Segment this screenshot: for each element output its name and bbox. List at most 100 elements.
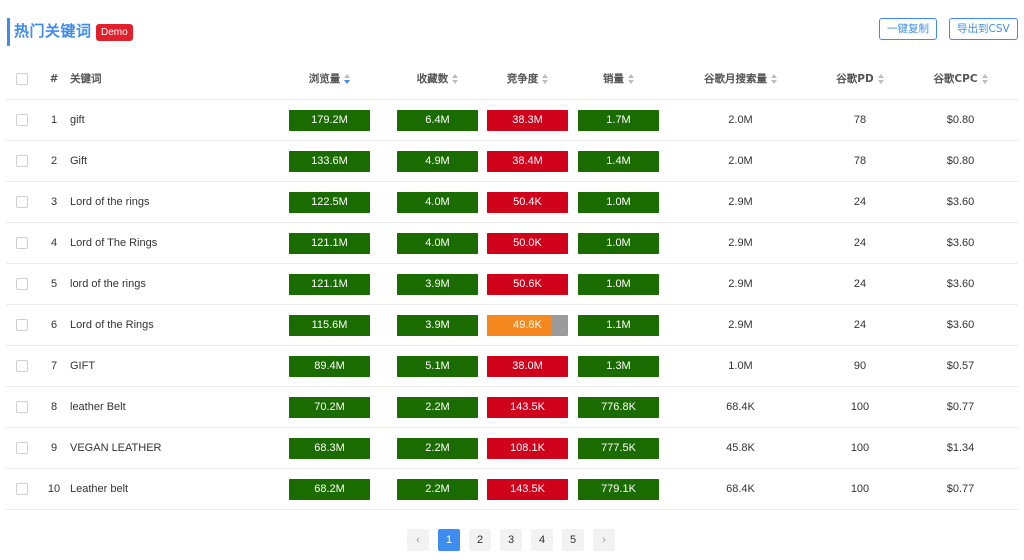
row-index: 8 (38, 386, 70, 428)
row-google-pd: 100 (817, 386, 903, 428)
table-row[interactable]: 10 Leather belt 68.2M 2.2M 143.5K 779.1K 68.4K… (6, 468, 1018, 510)
row-checkbox[interactable] (16, 155, 28, 168)
favorites-value: 2.2M (425, 441, 450, 454)
row-google-monthly: 68.4K (664, 386, 817, 428)
row-checkbox[interactable] (16, 278, 28, 291)
row-select-cell (6, 263, 38, 305)
next-page-button[interactable]: › (593, 529, 615, 551)
favorites-cell: 3.9M (393, 304, 482, 346)
sort-icon[interactable] (452, 74, 459, 84)
page-5-button[interactable]: 5 (562, 529, 584, 551)
competition-value: 38.0M (512, 359, 543, 372)
views-cell: 68.2M (266, 468, 393, 510)
views-pill: 68.2M (289, 478, 370, 500)
table-row[interactable]: 1 gift 179.2M 6.4M 38.3M 1.7M 2.0M 78 $0.80 (6, 99, 1018, 141)
sort-icon[interactable] (981, 74, 988, 84)
row-select-cell (6, 468, 38, 510)
table-row[interactable]: 2 Gift 133.6M 4.9M 38.4M 1.4M 2.0M 78 $0.80 (6, 140, 1018, 182)
header-views[interactable]: 浏览量 (266, 58, 393, 100)
views-pill: 89.4M (289, 355, 370, 377)
sales-cell: 1.1M (573, 304, 664, 346)
header-competition[interactable]: 竞争度 (482, 58, 573, 100)
views-cell: 121.1M (266, 222, 393, 264)
views-cell: 122.5M (266, 181, 393, 223)
row-checkbox[interactable] (16, 237, 28, 250)
favorites-cell: 4.0M (393, 181, 482, 223)
page-2-button[interactable]: 2 (469, 529, 491, 551)
row-google-monthly: 2.9M (664, 304, 817, 346)
favorites-pill: 3.9M (397, 314, 478, 336)
row-google-monthly: 2.9M (664, 222, 817, 264)
export-csv-button[interactable]: 导出到CSV (949, 18, 1018, 40)
competition-cell: 38.4M (482, 140, 573, 182)
sales-pill: 1.7M (578, 109, 659, 131)
row-index: 9 (38, 427, 70, 469)
row-google-pd: 24 (817, 263, 903, 305)
table-row[interactable]: 4 Lord of The Rings 121.1M 4.0M 50.0K 1.0M 2.9… (6, 222, 1018, 264)
row-checkbox[interactable] (16, 319, 28, 332)
favorites-pill: 4.9M (397, 150, 478, 172)
competition-value: 143.5K (510, 482, 545, 495)
sort-icon[interactable] (628, 74, 634, 84)
row-checkbox[interactable] (16, 442, 28, 455)
page-4-button[interactable]: 4 (531, 529, 553, 551)
table-row[interactable]: 8 leather Belt 70.2M 2.2M 143.5K 776.8K 68.4K 1… (6, 386, 1018, 428)
table-row[interactable]: 5 lord of the rings 121.1M 3.9M 50.6K 1.0M 2.9… (6, 263, 1018, 305)
row-index: 6 (38, 304, 70, 346)
favorites-cell: 4.0M (393, 222, 482, 264)
views-cell: 121.1M (266, 263, 393, 305)
competition-value: 143.5K (510, 400, 545, 413)
sort-icon[interactable] (771, 74, 777, 84)
sales-pill: 777.5K (578, 437, 659, 459)
table-row[interactable]: 7 GIFT 89.4M 5.1M 38.0M 1.3M 1.0M 90 $0.57 (6, 345, 1018, 387)
row-checkbox[interactable] (16, 401, 28, 414)
views-value: 115.6M (311, 318, 348, 331)
sort-icon[interactable] (877, 74, 884, 84)
page-3-button[interactable]: 3 (500, 529, 522, 551)
row-google-cpc: $3.60 (903, 304, 1018, 346)
row-checkbox[interactable] (16, 360, 28, 373)
header-google-cpc[interactable]: 谷歌CPC (903, 58, 1018, 100)
row-checkbox[interactable] (16, 196, 28, 209)
row-google-monthly: 68.4K (664, 468, 817, 510)
page-1-button[interactable]: 1 (438, 529, 460, 551)
select-all-checkbox[interactable] (16, 72, 28, 85)
row-google-cpc: $0.77 (903, 468, 1018, 510)
sort-icon[interactable] (344, 74, 351, 84)
sales-cell: 1.0M (573, 181, 664, 223)
row-google-monthly: 2.0M (664, 99, 817, 141)
views-cell: 179.2M (266, 99, 393, 141)
competition-value: 38.4M (512, 154, 543, 167)
row-checkbox[interactable] (16, 483, 28, 496)
sales-value: 1.4M (606, 154, 631, 167)
table-row[interactable]: 9 VEGAN LEATHER 68.3M 2.2M 108.1K 777.5K 45.8K… (6, 427, 1018, 469)
row-select-cell (6, 427, 38, 469)
favorites-value: 5.1M (425, 359, 450, 372)
copy-all-button[interactable]: 一键复制 (879, 18, 937, 40)
header-google-monthly[interactable]: 谷歌月搜索量 (664, 58, 817, 100)
table-row[interactable]: 3 Lord of the rings 122.5M 4.0M 50.4K 1.0M 2.9… (6, 181, 1018, 223)
header-google-pd[interactable]: 谷歌PD (817, 58, 903, 100)
sales-value: 1.0M (606, 195, 631, 208)
row-google-pd: 100 (817, 427, 903, 469)
row-select-cell (6, 345, 38, 387)
favorites-pill: 2.2M (397, 396, 478, 418)
header-favorites[interactable]: 收藏数 (393, 58, 482, 100)
header-google-monthly-label: 谷歌月搜索量 (704, 73, 767, 85)
sales-value: 1.0M (606, 277, 631, 290)
favorites-value: 4.0M (425, 195, 450, 208)
row-keyword: Lord of the Rings (70, 304, 266, 346)
sales-pill: 1.4M (578, 150, 659, 172)
sales-cell: 776.8K (573, 386, 664, 428)
sales-value: 779.1K (601, 482, 636, 495)
row-google-monthly: 2.0M (664, 140, 817, 182)
row-checkbox[interactable] (16, 114, 28, 127)
header-sales[interactable]: 销量 (573, 58, 664, 100)
sales-pill: 1.0M (578, 191, 659, 213)
prev-page-button[interactable]: ‹ (407, 529, 429, 551)
sales-pill: 1.3M (578, 355, 659, 377)
favorites-pill: 3.9M (397, 273, 478, 295)
sort-icon[interactable] (542, 74, 549, 84)
table-row[interactable]: 6 Lord of the Rings 115.6M 3.9M 49.8K 1.1M 2.9… (6, 304, 1018, 346)
competition-pill: 49.8K (487, 314, 568, 336)
